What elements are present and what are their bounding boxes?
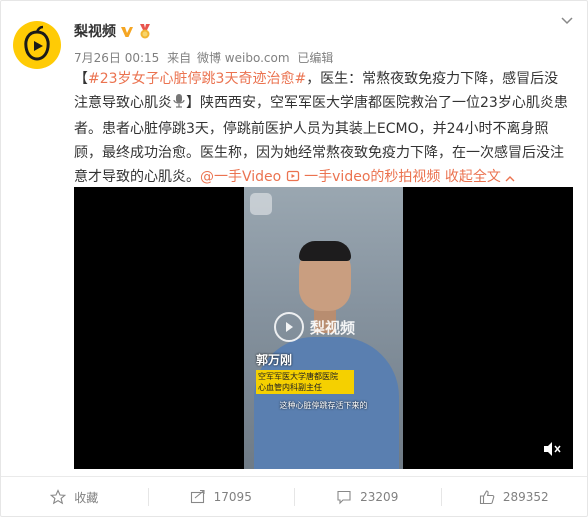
person-hair [299, 241, 351, 261]
chevron-down-icon[interactable] [559, 15, 575, 27]
like-button[interactable]: 289352 [440, 477, 588, 516]
favorite-button[interactable]: 收藏 [1, 477, 148, 516]
repost-button[interactable]: 17095 [147, 477, 295, 516]
user-name[interactable]: 梨视频 [74, 21, 116, 41]
verified-v-icon [120, 24, 134, 38]
mention-link[interactable]: @一手Video [200, 169, 281, 185]
watermark-text: 梨视频 [310, 318, 356, 337]
video-watermark: 梨视频 [274, 312, 355, 342]
user-row: 梨视频 [74, 21, 153, 41]
avatar[interactable] [13, 21, 61, 69]
pear-video-logo-icon [24, 25, 50, 61]
video-subtitle: 这种心脏停跳存活下来的 [279, 401, 368, 410]
caption-line-1: 空军军医大学唐都医院 [258, 372, 338, 381]
thumbs-up-icon [479, 490, 495, 505]
action-bar: 收藏 17095 23209 289352 [1, 476, 588, 516]
edited-label[interactable]: 已编辑 [297, 51, 333, 65]
bracket-open: 【 [74, 71, 88, 87]
play-watermark-icon [274, 312, 304, 342]
hashtag-link[interactable]: #23岁女子心脏停跳3天奇迹治愈# [88, 71, 306, 87]
microphone-icon [172, 93, 186, 117]
comment-button[interactable]: 23209 [294, 477, 441, 516]
video-frame: 梨视频 郭万刚 空军军医大学唐都医院 心血管内科副主任 这种心脏停跳存活下来的 [244, 187, 403, 469]
post-meta: 7月26日 00:15 来自 微博 weibo.com 已编辑 [74, 49, 337, 66]
post-time[interactable]: 7月26日 00:15 [74, 51, 159, 65]
caption-title-box: 空军军医大学唐都医院 心血管内科副主任 [256, 370, 354, 394]
repost-icon [190, 489, 205, 504]
comment-icon [337, 490, 351, 505]
post-source[interactable]: 微博 weibo.com [197, 51, 290, 65]
video-link[interactable]: 一手video的秒拍视频 [304, 169, 440, 185]
corner-logo-icon [250, 193, 272, 215]
favorite-label: 收藏 [74, 490, 99, 505]
star-icon [50, 489, 67, 505]
caption-person-name: 郭万刚 [256, 353, 293, 367]
comment-count: 23209 [360, 490, 399, 504]
repost-count: 17095 [213, 490, 252, 504]
medal-icon[interactable] [137, 23, 153, 39]
collapse-link[interactable]: 收起全文 [445, 169, 515, 185]
collapse-label: 收起全文 [444, 169, 501, 185]
video-player[interactable]: 梨视频 郭万刚 空军军医大学唐都医院 心血管内科副主任 这种心脏停跳存活下来的 [74, 187, 573, 469]
post-text: 【#23岁女子心脏停跳3天奇迹治愈#，医生：常熬夜致免疫力下降，感冒后没注意导致… [74, 67, 572, 191]
like-count: 289352 [502, 490, 549, 504]
from-label: 来自 [167, 51, 192, 65]
mute-icon[interactable] [543, 441, 561, 457]
weibo-card: 梨视频 7月26日 00:15 来自 微博 weibo.com 已编辑 【#23… [0, 0, 588, 517]
caption-line-2: 心血管内科副主任 [258, 383, 322, 392]
